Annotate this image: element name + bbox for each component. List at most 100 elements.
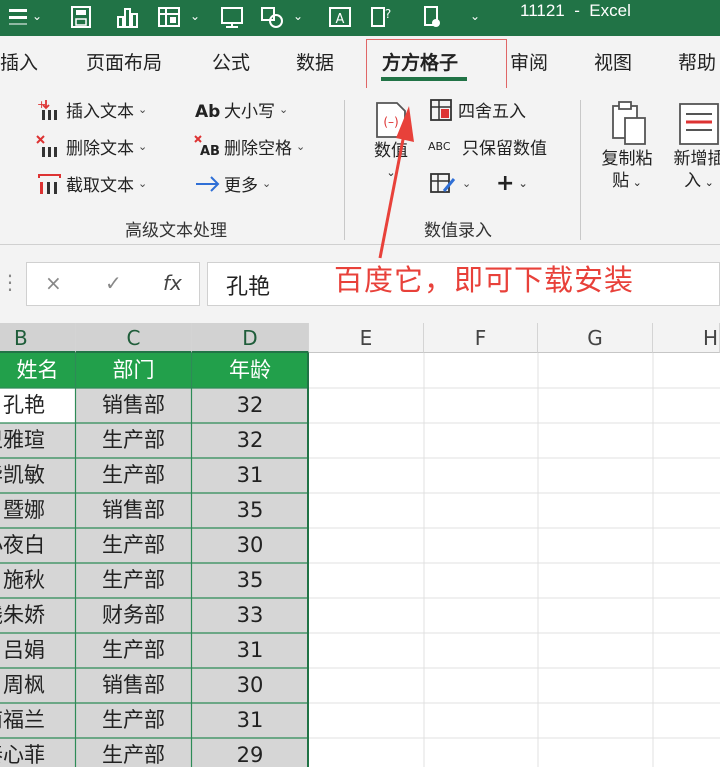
cell-edit-button[interactable]: ⌄	[428, 171, 471, 195]
name-box-handle[interactable]: ⋮	[0, 270, 20, 294]
chevron-down-icon: ⌄	[138, 177, 148, 190]
touch-doc-icon[interactable]	[420, 5, 446, 29]
enter-icon[interactable]: ✓	[105, 271, 122, 295]
column-header-f[interactable]: F	[424, 323, 538, 353]
svg-text:A: A	[336, 12, 345, 27]
delete-spaces-label: 删除空格	[224, 139, 292, 159]
column-header-g[interactable]: G	[538, 323, 653, 353]
save-icon[interactable]	[68, 5, 94, 29]
number-entry-group-label: 数值录入	[424, 221, 492, 241]
menu-icon[interactable]	[6, 5, 32, 29]
number-label: 数值	[374, 141, 408, 161]
shapes-icon[interactable]	[259, 5, 285, 29]
advanced-text-group-label: 高级文本处理	[125, 221, 227, 241]
insert-text-icon: +	[36, 98, 64, 122]
number-big-button[interactable]: (–) 数值 ⌄	[366, 100, 416, 184]
column-header-b[interactable]: B	[0, 323, 76, 353]
new-insert-label-1: 新增插	[673, 149, 720, 169]
copy-paste-button[interactable]: 复制粘 贴 ⌄	[596, 100, 658, 194]
chevron-down-icon: ⌄	[629, 176, 642, 189]
chevron-down-icon: ⌄	[701, 176, 714, 189]
round-button[interactable]: 四舍五入	[428, 97, 526, 122]
more-button[interactable]: 更多 ⌄	[194, 171, 271, 196]
ribbon-panel: + 插入文本 ⌄ 删除文本 ⌄ 截取文本 ⌄ Ab 大小写 ⌄ AB 删除空格 …	[0, 88, 720, 245]
arrow-right-icon	[194, 172, 222, 196]
window-title: 11121 - Excel	[520, 1, 631, 20]
group-divider	[580, 100, 581, 240]
case-label: 大小写	[224, 102, 275, 122]
cancel-icon[interactable]: ×	[45, 271, 62, 295]
help-doc-icon[interactable]: ?	[369, 5, 395, 29]
svg-text:Ab: Ab	[195, 102, 220, 122]
number-format-icon: (–)	[376, 102, 406, 138]
svg-text:?: ?	[385, 7, 391, 21]
screen-icon[interactable]	[219, 5, 245, 29]
extract-text-icon	[36, 172, 64, 196]
annotation-text: 百度它，即可下载安装	[334, 263, 635, 297]
tab-insert[interactable]: 插入	[0, 48, 38, 75]
abc-icon: ABC	[428, 139, 451, 153]
round-icon	[428, 98, 456, 122]
chevron-down-icon: ⌄	[138, 103, 148, 116]
customize-icon[interactable]: ⌄	[470, 9, 480, 23]
column-header-e[interactable]: E	[309, 323, 424, 353]
chevron-down-icon: ⌄	[296, 140, 306, 153]
chart-icon[interactable]	[115, 5, 141, 29]
delete-text-icon	[36, 134, 64, 159]
more-label: 更多	[224, 176, 258, 196]
svg-text:AB: AB	[200, 144, 220, 159]
insert-rows-icon	[679, 103, 719, 145]
chevron-down-icon: ⌄	[462, 176, 472, 190]
table-grid-lines	[0, 353, 309, 767]
round-label: 四舍五入	[458, 102, 526, 122]
tab-formulas[interactable]: 公式	[212, 48, 250, 75]
keep-numbers-label: 只保留数值	[462, 139, 547, 159]
add-button[interactable]: + ⌄	[496, 171, 528, 196]
copy-paste-label-2-row: 贴 ⌄	[596, 170, 658, 194]
plus-icon: +	[496, 171, 515, 196]
delete-text-button[interactable]: 删除文本 ⌄	[36, 134, 147, 159]
column-header-c[interactable]: C	[76, 323, 192, 353]
formula-value: 孔艳	[226, 275, 271, 300]
tab-help[interactable]: 帮助	[678, 48, 716, 75]
table-icon[interactable]	[156, 5, 182, 29]
delete-spaces-icon: AB	[194, 134, 222, 159]
tab-page-layout[interactable]: 页面布局	[86, 48, 162, 75]
clipboard-icon	[612, 101, 646, 145]
new-insert-label-2: 入	[684, 171, 702, 191]
column-header-d[interactable]: D	[192, 323, 309, 353]
delete-spaces-button[interactable]: AB 删除空格 ⌄	[194, 134, 305, 159]
extract-text-label: 截取文本	[66, 176, 134, 196]
formula-buttons: × ✓ fx	[26, 262, 200, 306]
chevron-down-icon: ⌄	[262, 177, 272, 190]
table-edit-icon	[428, 171, 456, 195]
svg-text:(–): (–)	[383, 115, 398, 129]
ribbon-tabs: 插入 页面布局 公式 数据 方方格子 审阅 视图 帮助	[0, 36, 720, 88]
column-header-h[interactable]: H	[653, 323, 720, 353]
tab-highlight-box	[366, 39, 507, 94]
text-box-icon[interactable]: A	[327, 5, 353, 29]
tab-view[interactable]: 视图	[594, 48, 632, 75]
chevron-down-icon[interactable]: ⌄	[32, 9, 42, 23]
insert-function-icon[interactable]: fx	[163, 271, 182, 295]
keep-numbers-button[interactable]: ABC 只保留数值	[428, 134, 547, 159]
chevron-down-icon: ⌄	[518, 177, 528, 190]
extract-text-button[interactable]: 截取文本 ⌄	[36, 171, 147, 196]
new-insert-button[interactable]: 新增插 入 ⌄	[664, 100, 720, 194]
copy-paste-label-1: 复制粘	[601, 149, 653, 169]
delete-text-label: 删除文本	[66, 139, 134, 159]
tab-review[interactable]: 审阅	[510, 48, 548, 75]
tab-data[interactable]: 数据	[296, 48, 334, 75]
insert-text-button[interactable]: + 插入文本 ⌄	[36, 97, 148, 123]
new-insert-label-2-row: 入 ⌄	[664, 170, 720, 194]
title-bar: ⌄ ⌄ ⌄ A ? ⌄ 11121 - Excel	[0, 0, 720, 36]
group-divider	[344, 100, 345, 240]
svg-text:+: +	[37, 98, 46, 111]
chevron-down-icon[interactable]: ⌄	[293, 9, 303, 23]
copy-paste-label-2: 贴	[612, 171, 630, 191]
chevron-down-icon: ⌄	[138, 140, 148, 153]
insert-text-label: 插入文本	[66, 102, 134, 122]
chevron-down-icon: ⌄	[279, 103, 289, 116]
case-button[interactable]: Ab 大小写 ⌄	[194, 97, 289, 123]
chevron-down-icon[interactable]: ⌄	[190, 9, 200, 23]
